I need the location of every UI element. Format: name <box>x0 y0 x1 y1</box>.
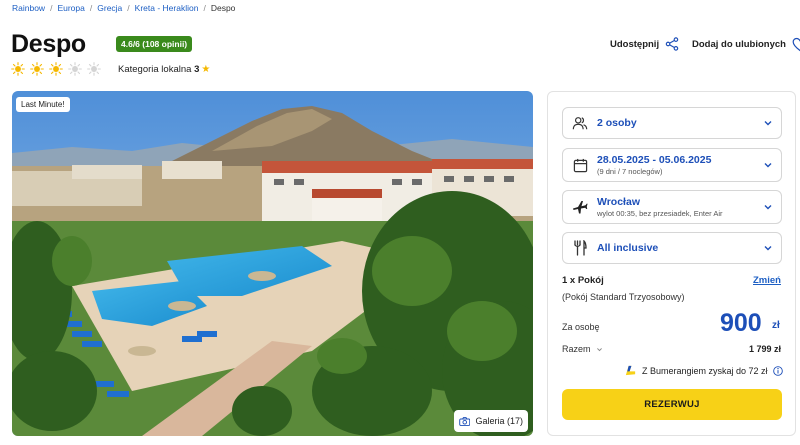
room-type: (Pokój Standard Trzyosobowy) <box>562 292 685 302</box>
sun-icon-filled <box>49 62 63 76</box>
local-category: Kategoria lokalna 3 ★ <box>118 64 210 75</box>
dates-value: 28.05.2025 - 05.06.2025 <box>597 154 712 166</box>
category-value: 3 <box>194 64 200 75</box>
total-label: Razem <box>562 344 591 354</box>
info-icon[interactable] <box>772 365 783 376</box>
dates-selector[interactable]: 28.05.2025 - 05.06.2025 (9 dni / 7 nocle… <box>562 148 782 182</box>
flight-details: wylot 00:35, bez przesiadek, Enter Air <box>597 209 723 218</box>
share-icon <box>665 37 679 51</box>
share-button[interactable]: Udostępnij <box>610 37 679 51</box>
breadcrumb-link-rainbow[interactable]: Rainbow <box>12 3 45 13</box>
breadcrumb-separator: / <box>50 3 53 13</box>
persons-selector[interactable]: 2 osoby <box>562 107 782 139</box>
change-room-link[interactable]: Zmień <box>753 275 781 286</box>
dates-duration: (9 dni / 7 noclegów) <box>597 167 663 176</box>
person-icon <box>571 114 589 132</box>
room-count: 1 x Pokój <box>562 275 604 286</box>
total-price-toggle[interactable]: Razem <box>562 344 603 354</box>
hotel-photo[interactable] <box>12 91 533 436</box>
chevron-down-icon <box>596 347 602 351</box>
breadcrumb-current: Despo <box>210 3 236 13</box>
per-person-label: Za osobę <box>562 322 600 332</box>
camera-icon <box>459 416 471 426</box>
breadcrumb-separator: / <box>203 3 206 13</box>
boomerang-text: Z Bumerangiem zyskaj do 72 zł <box>642 365 768 376</box>
chevron-down-icon <box>764 246 772 251</box>
boomerang-promo: Z Bumerangiem zyskaj do 72 zł <box>624 364 783 377</box>
add-to-favorites-button[interactable]: Dodaj do ulubionych <box>692 37 800 52</box>
price-per-person: 900 <box>720 309 762 337</box>
gallery-label: Galeria (17) <box>475 416 523 426</box>
flight-selector[interactable]: Wrocław wylot 00:35, bez przesiadek, Ent… <box>562 190 782 224</box>
sun-icon-filled <box>11 62 25 76</box>
sun-icon-filled <box>30 62 44 76</box>
chevron-down-icon <box>764 121 772 126</box>
persons-value: 2 osoby <box>597 117 637 129</box>
board-selector[interactable]: All inclusive <box>562 232 782 264</box>
last-minute-badge: Last Minute! <box>16 97 70 112</box>
breadcrumb-separator: / <box>127 3 130 13</box>
category-label: Kategoria lokalna <box>118 64 192 75</box>
hotel-title: Despo <box>11 30 86 58</box>
boomerang-logo-icon <box>625 365 636 376</box>
sun-icon-empty <box>87 62 101 76</box>
price-currency: zł <box>772 320 780 331</box>
board-value: All inclusive <box>597 242 659 254</box>
reserve-button[interactable]: REZERWUJ <box>562 389 782 420</box>
breadcrumb-separator: / <box>89 3 93 13</box>
heart-icon <box>792 37 800 52</box>
breadcrumb: Rainbow / Europa / Grecja / Kreta - Hera… <box>12 3 235 13</box>
calendar-icon <box>571 156 589 174</box>
chevron-down-icon <box>764 205 772 210</box>
cutlery-icon <box>571 239 589 257</box>
star-icon: ★ <box>201 64 211 75</box>
plane-icon <box>571 198 589 216</box>
sun-rating <box>11 62 101 76</box>
favorites-label: Dodaj do ulubionych <box>692 39 786 50</box>
chevron-down-icon <box>764 163 772 168</box>
flight-departure-city: Wrocław <box>597 196 640 208</box>
breadcrumb-link-grecja[interactable]: Grecja <box>97 3 122 13</box>
total-price: 1 799 zł <box>749 344 782 354</box>
gallery-button[interactable]: Galeria (17) <box>454 410 528 432</box>
breadcrumb-link-kreta[interactable]: Kreta - Heraklion <box>135 3 199 13</box>
breadcrumb-link-europa[interactable]: Europa <box>57 3 84 13</box>
rating-badge[interactable]: 4.6/6 (108 opinii) <box>116 36 193 52</box>
sun-icon-empty <box>68 62 82 76</box>
share-label: Udostępnij <box>610 38 660 50</box>
